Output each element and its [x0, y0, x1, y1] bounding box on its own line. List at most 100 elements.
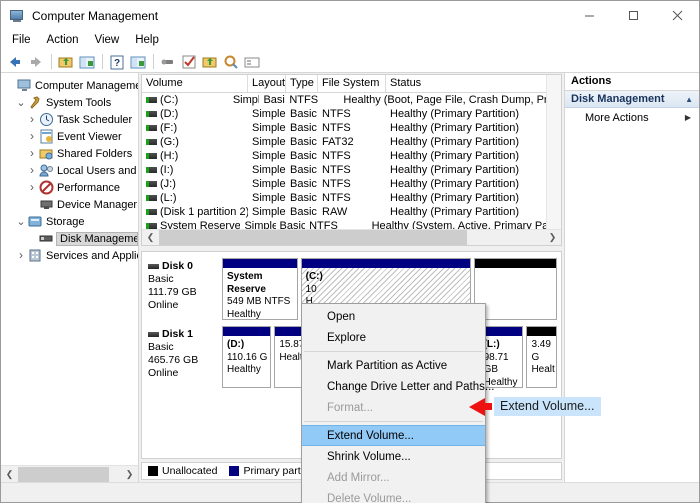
volume-list-rows: (C:)SimpleBasicNTFSHealthy (Boot, Page F… [142, 93, 561, 229]
properties-window-icon[interactable] [128, 52, 148, 72]
show-hide-console-tree-icon[interactable] [77, 52, 97, 72]
volume-row[interactable]: (L:) Simple Basic NTFS Healthy (Primary Part… [142, 191, 561, 205]
context-menu-item-mark-partition-as-active[interactable]: Mark Partition as Active [302, 355, 485, 376]
partition-block[interactable]: 3.49 G Healt [526, 326, 557, 388]
chevron-right-icon[interactable]: › [25, 128, 39, 145]
volume-row[interactable]: (D:) Simple Basic NTFS Healthy (Primary Part… [142, 107, 561, 121]
minimize-button[interactable] [567, 1, 611, 30]
tree-item-computer-management-local[interactable]: Computer Management (Local [1, 77, 138, 94]
volume-row[interactable]: (J:) Simple Basic NTFS Healthy (Primary Part… [142, 177, 561, 191]
scroll-thumb[interactable] [18, 466, 109, 482]
column-header-status[interactable]: Status [386, 75, 561, 92]
context-menu-item-open[interactable]: Open [302, 306, 485, 327]
volume-row[interactable]: (H:) Simple Basic NTFS Healthy (Primary Part… [142, 149, 561, 163]
menu-bar: File Action View Help [1, 30, 699, 51]
cell-layout: Simple [244, 220, 276, 229]
column-header-type[interactable]: Type [286, 75, 318, 92]
tree-item-services-and-applications[interactable]: › Services and Applications [1, 247, 138, 264]
volume-row[interactable]: (F:) Simple Basic NTFS Healthy (Primary Part… [142, 121, 561, 135]
volume-row[interactable]: System Reserved (K:)SimpleBasicNTFS Healt… [142, 219, 561, 229]
partition-size: 10 [305, 283, 317, 295]
back-arrow-icon[interactable] [5, 52, 25, 72]
tree-item-storage[interactable]: ⌄ Storage [1, 213, 138, 230]
svg-text:?: ? [114, 58, 120, 69]
cell-type: Basic [290, 136, 317, 148]
chevron-right-icon[interactable]: › [25, 179, 39, 196]
tree-item-system-tools[interactable]: ⌄ System Tools [1, 94, 138, 111]
menu-help[interactable]: Help [131, 32, 167, 49]
volume-row[interactable]: (G:) Simple Basic FAT32 Healthy (Primary Par… [142, 135, 561, 149]
partition-size: 3.49 G [531, 339, 551, 363]
chevron-right-icon[interactable]: › [25, 162, 39, 179]
chevron-right-icon[interactable]: › [14, 247, 28, 264]
disk-name-row: Disk 1 [148, 328, 222, 341]
partition-block[interactable] [474, 258, 558, 320]
cell-status: Healthy (Primary Partition) [390, 164, 519, 176]
context-menu-item-explore[interactable]: Explore [302, 327, 485, 348]
menu-view[interactable]: View [91, 32, 128, 49]
forward-arrow-icon[interactable] [26, 52, 46, 72]
tree-item-task-scheduler[interactable]: › Task Scheduler [1, 111, 138, 128]
partition-block[interactable]: System Reserve549 MB NTFSHealthy (System… [222, 258, 298, 320]
partition-status: Healthy [227, 364, 261, 375]
volume-icon [146, 111, 157, 117]
chevron-right-icon[interactable]: › [25, 145, 39, 162]
disk-name: Disk 0 [162, 260, 193, 272]
partition-size: 110.16 G [227, 351, 268, 363]
actions-item-more-actions[interactable]: More Actions ▶ [565, 108, 699, 127]
help-icon[interactable]: ? [107, 52, 127, 72]
rescan-disks-icon[interactable] [221, 52, 241, 72]
volume-icon [146, 125, 157, 131]
tree-item-disk-management[interactable]: Disk Management [1, 230, 138, 247]
chevron-up-icon[interactable]: ▲ [685, 95, 693, 104]
scroll-left-arrow[interactable]: ❮ [1, 466, 18, 482]
context-menu-item-extend-volume[interactable]: Extend Volume... [302, 425, 485, 446]
disk-info-panel[interactable]: Disk 1 Basic 465.76 GB Online [148, 326, 222, 388]
details-icon[interactable] [242, 52, 262, 72]
refresh-icon[interactable] [158, 52, 178, 72]
cell-status: Healthy (Primary Partition) [390, 150, 519, 162]
close-button[interactable] [655, 1, 699, 30]
disk-info-panel[interactable]: Disk 0 Basic 111.79 GB Online [148, 258, 222, 320]
menu-file[interactable]: File [8, 32, 39, 49]
up-folder-icon[interactable] [56, 52, 76, 72]
scroll-left-arrow[interactable]: ❮ [142, 230, 159, 245]
volume-row[interactable]: (Disk 1 partition 2) Simple Basic RAW Health… [142, 205, 561, 219]
checkmark-icon[interactable] [179, 52, 199, 72]
volume-list-horizontal-scrollbar[interactable]: ❮ ❯ [142, 229, 561, 245]
tree-item-device-manager[interactable]: Device Manager [1, 196, 138, 213]
maximize-button[interactable] [611, 1, 655, 30]
context-menu-item-shrink-volume[interactable]: Shrink Volume... [302, 446, 485, 467]
scroll-right-arrow[interactable]: ❯ [121, 466, 138, 482]
disk-name-row: Disk 0 [148, 260, 222, 273]
export-list-icon[interactable] [200, 52, 220, 72]
volume-row[interactable]: (I:) Simple Basic NTFS Healthy (Primary Part… [142, 163, 561, 177]
tree-item-local-users-and-groups[interactable]: › Local Users and Groups [1, 162, 138, 179]
chevron-down-icon[interactable]: ⌄ [14, 216, 28, 228]
tree-item-performance[interactable]: › Performance [1, 179, 138, 196]
tree-horizontal-scrollbar[interactable]: ❮ ❯ [1, 465, 138, 482]
column-header-layout[interactable]: Layout [248, 75, 286, 92]
volume-list-vertical-scrollbar[interactable] [546, 75, 561, 229]
column-header-volume[interactable]: Volume [142, 75, 248, 92]
chevron-down-icon[interactable]: ⌄ [14, 97, 28, 109]
context-menu-item-change-drive-letter-and-paths[interactable]: Change Drive Letter and Paths... [302, 376, 495, 397]
scroll-right-arrow[interactable]: ❯ [544, 230, 561, 245]
tree-item-shared-folders[interactable]: › Shared Folders [1, 145, 138, 162]
volume-row[interactable]: (C:) SimpleBasic NTFS Healthy (Boot, Page F… [142, 93, 561, 107]
tree-item-label: Event Viewer [57, 130, 122, 143]
disk-icon [148, 332, 159, 337]
scroll-thumb[interactable] [159, 230, 467, 245]
tree-item-event-viewer[interactable]: › Event Viewer [1, 128, 138, 145]
menu-action[interactable]: Action [43, 32, 87, 49]
column-header-file-system[interactable]: File System [318, 75, 386, 92]
cell-type: Basic [290, 122, 317, 134]
partition-size: 549 MB NTFS [227, 296, 291, 307]
chevron-right-icon[interactable]: ▶ [685, 113, 691, 122]
partition-name: (D:) [227, 339, 245, 350]
partition-block[interactable]: (D:) 110.16 G Healthy [222, 326, 272, 388]
chevron-right-icon[interactable]: › [25, 111, 39, 128]
scroll-track[interactable] [159, 230, 544, 245]
actions-group-disk-management[interactable]: Disk Management ▲ [565, 91, 699, 108]
scroll-track[interactable] [18, 466, 121, 482]
